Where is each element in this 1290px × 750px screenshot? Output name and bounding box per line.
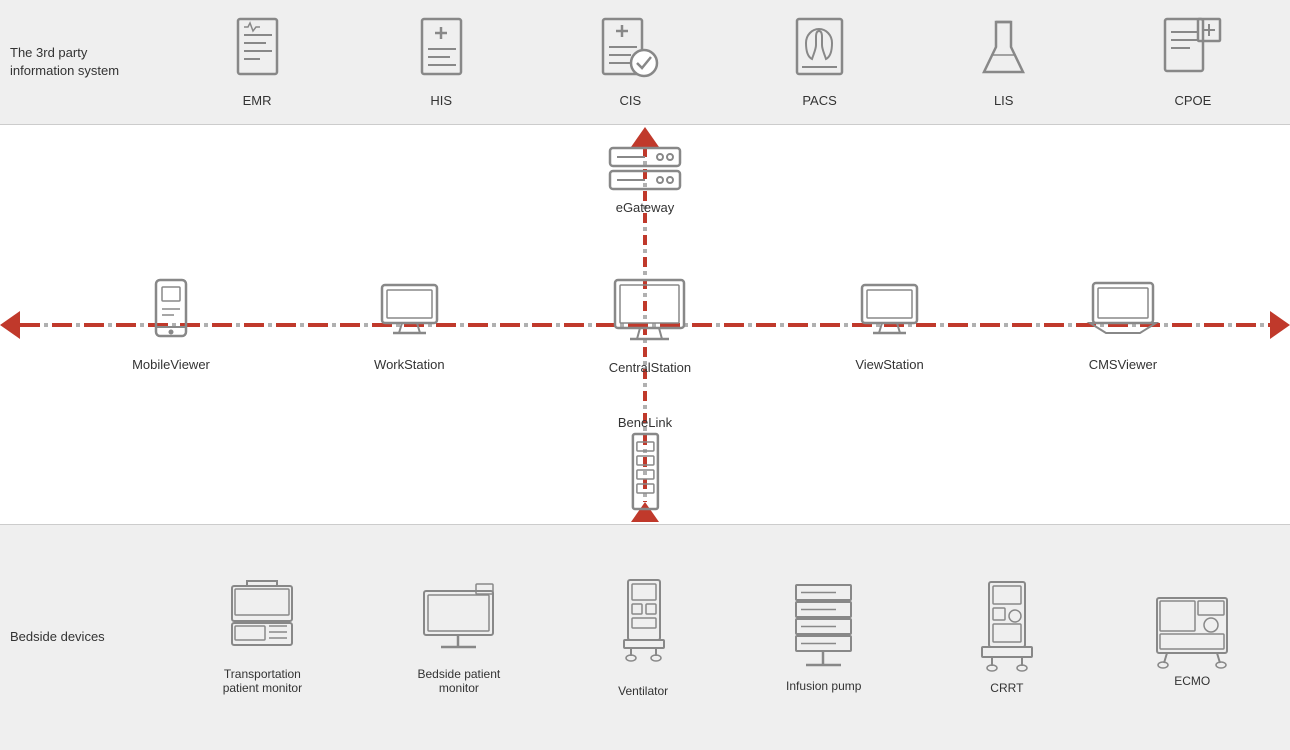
cis-icon (598, 17, 663, 87)
egateway-area: eGateway (605, 143, 685, 215)
bottom-section-label: Bedside devices (0, 628, 165, 646)
crrt-icon (977, 580, 1037, 675)
pacs-label: PACS (802, 93, 836, 108)
emr-label: EMR (243, 93, 272, 108)
egateway-label: eGateway (616, 200, 675, 215)
his-label: HIS (430, 93, 452, 108)
icon-item-pacs: PACS (792, 17, 847, 108)
cis-label: CIS (620, 93, 642, 108)
bedside-monitor-label: Bedside patientmonitor (418, 667, 501, 695)
infusion-pump-label: Infusion pump (786, 679, 861, 693)
icon-item-emr: EMR (230, 17, 285, 108)
view-station-label: ViewStation (855, 357, 923, 372)
mobile-viewer-label: MobileViewer (132, 357, 210, 372)
view-station-icon (857, 277, 922, 347)
icon-item-lis: LIS (976, 17, 1031, 108)
bedside-monitor-icon (421, 581, 496, 661)
icon-crrt: CRRT (977, 580, 1037, 695)
his-icon (414, 17, 469, 87)
top-section: The 3rd partyinformation system EMR (0, 0, 1290, 125)
ventilator-icon (616, 578, 671, 678)
icon-item-cpoe: CPOE (1160, 17, 1225, 108)
lis-label: LIS (994, 93, 1014, 108)
middle-section: eGateway BeneLink M (0, 125, 1290, 525)
cpoe-label: CPOE (1174, 93, 1211, 108)
arrow-left-icon (0, 311, 20, 339)
icon-transport-monitor: Transportationpatient monitor (223, 581, 302, 695)
bottom-section: Bedside devices Transportationpatient mo… (0, 525, 1290, 750)
bottom-icons-row: Transportationpatient monitor Bedside pa… (165, 578, 1290, 698)
icon-item-cis: CIS (598, 17, 663, 108)
emr-icon (230, 17, 285, 87)
icon-infusion-pump: Infusion pump (786, 583, 861, 693)
infusion-pump-icon (791, 583, 856, 673)
icon-item-his: HIS (414, 17, 469, 108)
crrt-label: CRRT (990, 681, 1023, 695)
workstation-icon (377, 277, 442, 347)
benelink-label: BeneLink (618, 415, 672, 430)
top-icons-row: EMR HIS (165, 17, 1290, 108)
cms-viewer-label: CMSViewer (1089, 357, 1157, 372)
icon-bedside-monitor: Bedside patientmonitor (418, 581, 501, 695)
pacs-icon (792, 17, 847, 87)
cms-viewer-icon (1088, 277, 1158, 347)
mobile-viewer-icon (148, 277, 193, 347)
icon-ecmo: ECMO (1152, 588, 1232, 688)
ecmo-icon (1152, 588, 1232, 668)
cpoe-icon (1160, 17, 1225, 87)
transport-monitor-icon (227, 581, 297, 661)
benelink-area: BeneLink (618, 415, 672, 514)
transport-monitor-label: Transportationpatient monitor (223, 667, 302, 695)
lis-icon (976, 17, 1031, 87)
top-section-label: The 3rd partyinformation system (0, 44, 165, 80)
egateway-icon (605, 143, 685, 198)
benelink-icon (623, 434, 668, 514)
ecmo-label: ECMO (1174, 674, 1210, 688)
workstation-label: WorkStation (374, 357, 445, 372)
icon-ventilator: Ventilator (616, 578, 671, 698)
arrow-right-icon (1270, 311, 1290, 339)
ventilator-label: Ventilator (618, 684, 668, 698)
